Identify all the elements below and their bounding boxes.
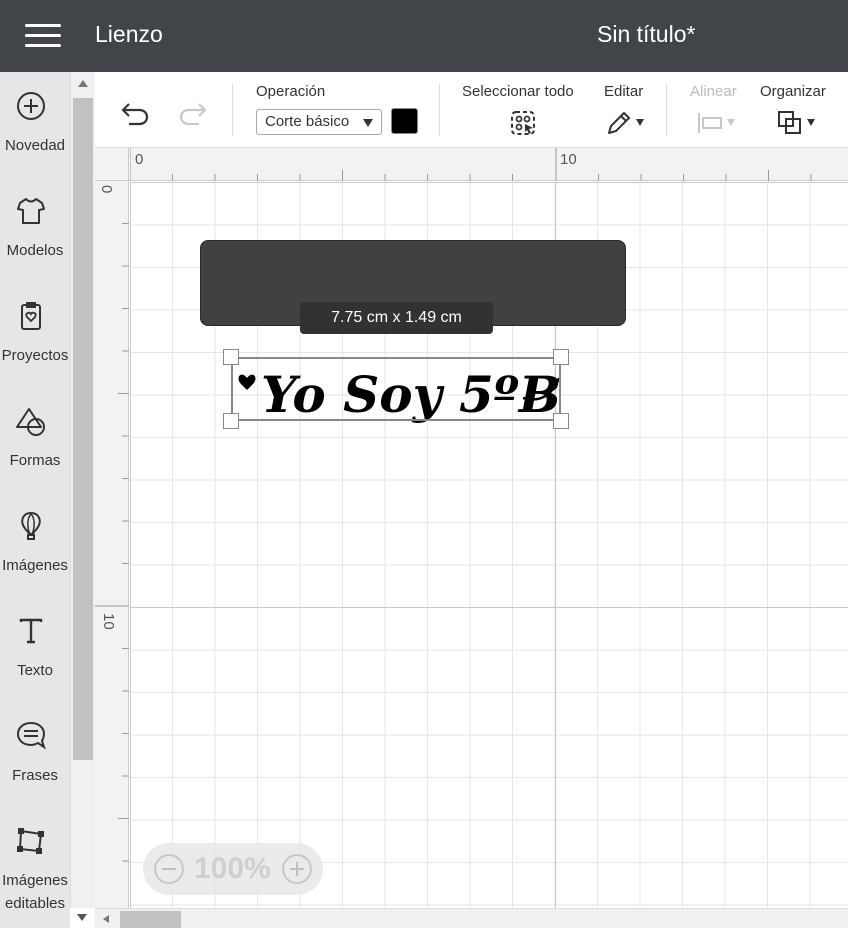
sidebar-item-label: Texto [17,662,53,679]
sidebar-scroll-thumb[interactable] [73,98,93,760]
caret-down-icon [363,119,373,127]
align-label: Alinear [690,83,737,100]
resize-handle-top-right[interactable] [553,349,569,365]
select-all-icon[interactable] [509,109,537,137]
plus-circle-icon [17,92,45,120]
resize-handle-bottom-right[interactable] [553,413,569,429]
toolbar-divider [439,84,440,136]
resize-handle-bottom-left[interactable] [223,413,239,429]
horizontal-scroll-thumb[interactable] [120,911,181,928]
operation-color-swatch[interactable] [391,108,418,134]
zoom-level: 100% [194,852,271,885]
zoom-control: 100% [143,843,323,895]
tshirt-icon [17,198,45,224]
selection-box[interactable] [231,357,561,421]
redo-icon[interactable] [177,100,209,126]
canvas-toolbar: Operación Corte básico Seleccionar todo … [95,72,848,148]
sidebar-item-texto[interactable]: Texto [0,597,70,702]
chat-bubble-icon [16,721,46,750]
sidebar-item-imagenes[interactable]: Imágenes [0,492,70,597]
horizontal-scrollbar[interactable] [95,908,848,928]
zoom-in-icon[interactable] [282,854,312,884]
document-title[interactable]: Sin título* [597,21,695,48]
sidebar-item-novedad[interactable]: Novedad [0,72,70,177]
ruler-mark: 10 [560,151,577,168]
top-header: Lienzo Sin título* [0,0,848,72]
resize-handle-top-left[interactable] [223,349,239,365]
undo-icon[interactable] [119,100,151,126]
toolbar-divider [666,84,667,136]
ruler-mark: 10 [100,613,117,630]
sidebar-item-modelos[interactable]: Modelos [0,177,70,282]
text-icon [19,618,43,644]
sidebar-item-label: Imágenes editables [2,872,68,912]
arrange-icon[interactable] [776,109,804,137]
vertical-ruler: 0 10 [95,181,129,908]
select-all-label: Seleccionar todo [462,83,574,100]
horizontal-ruler: 0 10 [95,148,848,181]
menu-icon[interactable] [25,24,61,48]
sidebar-item-label: Novedad [4,137,66,154]
sidebar-item-label: Imágenes [2,557,68,574]
sidebar-item-frases[interactable]: Frases [0,702,70,807]
align-icon [698,113,722,133]
project-icon [21,302,41,330]
shapes-icon [16,408,45,436]
organize-label: Organizar [760,83,826,100]
scroll-left-arrow-icon[interactable] [103,915,109,923]
sidebar-item-label: Formas [9,452,61,469]
sidebar-scrollbar[interactable] [70,72,95,908]
operation-label: Operación [256,83,326,100]
app-title: Lienzo [95,21,163,47]
edit-caret-down-icon[interactable] [636,119,644,126]
scroll-up-arrow-icon[interactable] [78,80,88,87]
operation-select[interactable]: Corte básico [256,109,382,135]
toolbar-divider [232,84,233,136]
sidebar-item-imagenes-editables[interactable]: Imágenes editables [0,807,70,928]
ruler-ticks [130,148,812,181]
sidebar-item-label: Frases [12,767,58,784]
pencil-icon[interactable] [605,109,633,137]
ruler-mark: 0 [135,151,144,168]
align-caret-down-icon [727,119,735,126]
sidebar-item-proyectos[interactable]: Proyectos [0,282,70,387]
ruler-ticks [95,223,129,862]
sidebar-item-formas[interactable]: Formas [0,387,70,492]
ruler-mark: 0 [98,185,115,194]
sidebar-item-label: Modelos [6,242,64,259]
edit-label: Editar [604,83,644,100]
ruler-corner [95,148,129,181]
scroll-down-arrow-icon[interactable] [77,914,87,921]
sidebar-item-label: Proyectos [1,347,69,364]
operation-select-value: Corte básico [265,113,350,130]
edit-image-icon [17,828,44,854]
balloon-icon [21,511,41,540]
left-sidebar: Novedad Modelos Proyectos Formas Imágene… [0,72,70,928]
dimension-tooltip: 7.75 cm x 1.49 cm [300,302,493,334]
zoom-out-icon[interactable] [154,854,184,884]
organize-caret-down-icon[interactable] [807,119,815,126]
